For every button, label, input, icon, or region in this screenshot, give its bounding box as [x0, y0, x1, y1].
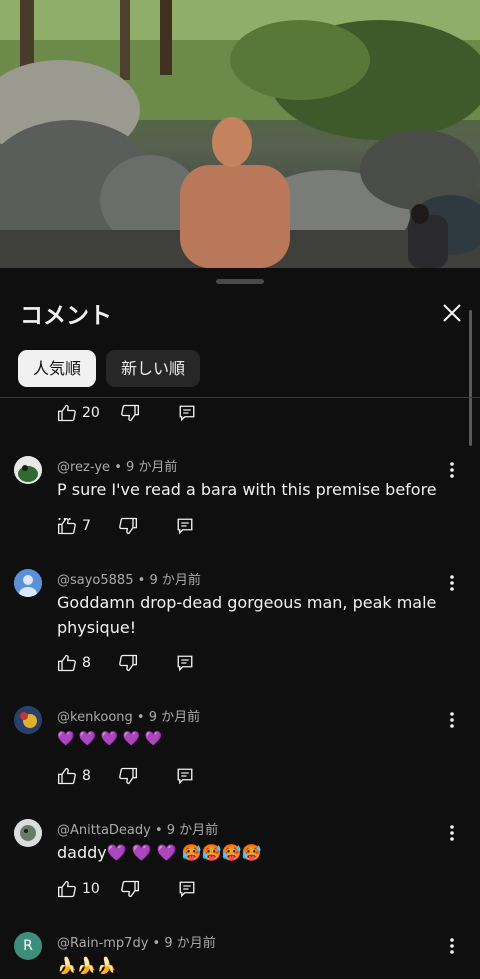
- more-vert-icon: [450, 712, 454, 728]
- comment-time: 9 か月前: [126, 460, 178, 475]
- default-avatar-icon: [14, 569, 42, 597]
- like-button[interactable]: 8: [57, 653, 91, 673]
- reply-icon: [177, 518, 193, 535]
- more-button[interactable]: [446, 710, 458, 730]
- thumbs-up-icon: [58, 404, 76, 422]
- panel-title: コメント: [20, 303, 112, 329]
- avatar[interactable]: [14, 456, 42, 484]
- like-button[interactable]: 20: [57, 403, 100, 423]
- comment-text: 💜 💜 💜 💜 💜: [57, 731, 162, 747]
- close-button[interactable]: [438, 299, 466, 327]
- like-button[interactable]: 7: [57, 516, 91, 536]
- more-button[interactable]: [446, 823, 458, 843]
- avatar-image: [14, 706, 42, 734]
- comment-meta: @AnittaDeady • 9 か月前: [57, 819, 218, 838]
- close-icon: [443, 304, 461, 322]
- dislike-button[interactable]: [120, 403, 140, 423]
- thumbs-down-icon: [119, 654, 137, 672]
- avatar[interactable]: R: [14, 932, 42, 960]
- dislike-button[interactable]: [118, 766, 138, 786]
- avatar[interactable]: [14, 819, 42, 847]
- comment-actions: 10: [57, 879, 196, 899]
- comment-time: 9 か月前: [166, 823, 219, 838]
- like-count: 8: [82, 768, 91, 784]
- divider: [0, 397, 480, 398]
- sort-chips: 人気順 新しい順: [18, 350, 201, 387]
- comment-actions: 7: [57, 516, 194, 536]
- comment-author[interactable]: @kenkoong: [57, 710, 133, 725]
- comment-text: 🍌🍌🍌: [57, 956, 117, 975]
- meta-separator: •: [137, 573, 146, 588]
- reply-button[interactable]: [178, 404, 196, 422]
- more-button[interactable]: [446, 460, 458, 480]
- comment-meta: @rez-ye • 9 か月前: [57, 456, 177, 475]
- comment-author[interactable]: @AnittaDeady: [57, 823, 151, 838]
- like-button[interactable]: 10: [57, 879, 100, 899]
- chip-newest[interactable]: 新しい順: [106, 350, 201, 387]
- comment-meta: @Rain-mp7dy • 9 か月前: [57, 932, 216, 951]
- reply-button[interactable]: [176, 517, 194, 535]
- comment-text: daddy💜 💜 💜 🥵🥵🥵🥵: [57, 843, 262, 862]
- comment-actions: 8: [57, 653, 194, 673]
- thumbs-down-icon: [119, 767, 137, 785]
- reply-button[interactable]: [178, 880, 196, 898]
- thumbs-up-icon: [58, 767, 76, 785]
- thumbs-up-icon: [58, 517, 76, 535]
- thumbs-down-icon: [119, 517, 137, 535]
- like-count: 10: [82, 881, 100, 897]
- video-player[interactable]: [0, 0, 480, 268]
- video-frame: [0, 0, 480, 268]
- like-button[interactable]: 8: [57, 766, 91, 786]
- chip-popular[interactable]: 人気順: [18, 350, 97, 387]
- avatar[interactable]: [14, 569, 42, 597]
- dislike-button[interactable]: [118, 516, 138, 536]
- scrollbar[interactable]: [469, 310, 472, 446]
- comment-author[interactable]: @sayo5885: [57, 573, 133, 588]
- dislike-button[interactable]: [118, 653, 138, 673]
- comment-meta: @kenkoong • 9 か月前: [57, 706, 200, 725]
- comment-time: 9 か月前: [164, 936, 216, 951]
- comment-time: 9 か月前: [149, 573, 201, 588]
- meta-separator: •: [152, 936, 161, 951]
- more-vert-icon: [450, 462, 454, 478]
- like-count: 20: [82, 405, 100, 421]
- comment-author[interactable]: @Rain-mp7dy: [57, 936, 148, 951]
- avatar-letter: R: [23, 938, 33, 954]
- reply-button[interactable]: [176, 654, 194, 672]
- reply-icon: [179, 405, 195, 422]
- reply-icon: [177, 768, 193, 785]
- comment-text: Goddamn drop-dead gorgeous man, peak mal…: [57, 593, 437, 637]
- reply-icon: [177, 655, 193, 672]
- meta-separator: •: [114, 460, 122, 475]
- more-vert-icon: [450, 938, 454, 954]
- more-button[interactable]: [446, 936, 458, 956]
- avatar-image: [14, 819, 42, 847]
- drag-handle[interactable]: [216, 279, 264, 284]
- like-count: 8: [82, 655, 91, 671]
- meta-separator: •: [154, 823, 163, 838]
- comment-author[interactable]: @rez-ye: [57, 460, 110, 475]
- thumbs-down-icon: [120, 404, 139, 422]
- comment-meta: @sayo5885 • 9 か月前: [57, 569, 201, 588]
- more-vert-icon: [450, 825, 454, 841]
- avatar-image: [14, 456, 42, 484]
- comment-actions: 20: [57, 403, 196, 423]
- comments-panel: コメント 人気順 新しい順 20 @rez-ye • 9 か月前 P sure …: [0, 270, 480, 979]
- reply-icon: [179, 881, 195, 898]
- thumbs-down-icon: [120, 880, 139, 898]
- meta-separator: •: [136, 710, 145, 725]
- comment-time: 9 か月前: [148, 710, 201, 725]
- dislike-button[interactable]: [120, 879, 140, 899]
- thumbs-up-icon: [58, 654, 76, 672]
- reply-button[interactable]: [176, 767, 194, 785]
- like-count: 7: [82, 518, 91, 534]
- more-vert-icon: [450, 575, 454, 591]
- comment-actions: 8: [57, 766, 194, 786]
- more-button[interactable]: [446, 573, 458, 593]
- avatar[interactable]: [14, 706, 42, 734]
- thumbs-up-icon: [58, 880, 76, 898]
